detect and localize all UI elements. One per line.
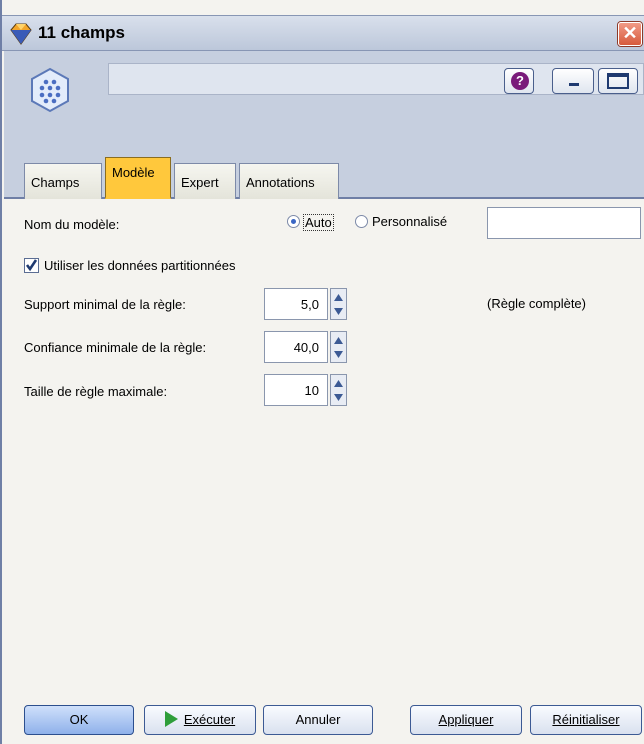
- spin-down-icon[interactable]: [332, 305, 345, 319]
- run-button-label: Exécuter: [183, 712, 236, 727]
- tab-expert[interactable]: Expert: [174, 163, 236, 199]
- tab-label: Annotations: [246, 175, 315, 190]
- tab-label: Expert: [181, 175, 219, 190]
- spin-up-icon[interactable]: [332, 376, 345, 390]
- help-button[interactable]: ?: [504, 68, 534, 94]
- dialog-window: 11 champs ✕ ? Champs Modèle Expert Annot…: [0, 0, 644, 744]
- spin-up-icon[interactable]: [332, 290, 345, 304]
- rule-note: (Règle complète): [487, 296, 586, 311]
- ok-button-label: OK: [69, 712, 89, 727]
- spin-down-icon[interactable]: [332, 348, 345, 362]
- apply-button-label: Appliquer: [438, 712, 494, 727]
- maximize-button[interactable]: [598, 68, 638, 94]
- close-icon: ✕: [622, 23, 638, 43]
- tab-label: Modèle: [112, 165, 155, 180]
- tab-annotations[interactable]: Annotations: [239, 163, 339, 199]
- diamond-node-icon: [10, 23, 32, 45]
- minimize-icon: [569, 83, 579, 86]
- help-icon: ?: [511, 72, 529, 90]
- run-button[interactable]: Exécuter: [144, 705, 256, 735]
- use-partitioned-checkbox[interactable]: [24, 258, 39, 273]
- title-bar[interactable]: 11 champs ✕: [2, 15, 644, 51]
- tab-modele[interactable]: Modèle: [105, 157, 171, 199]
- minimize-button[interactable]: [552, 68, 594, 94]
- apply-button[interactable]: Appliquer: [410, 705, 522, 735]
- tab-champs[interactable]: Champs: [24, 163, 102, 199]
- close-button[interactable]: ✕: [618, 22, 642, 46]
- ok-button[interactable]: OK: [24, 705, 134, 735]
- custom-radio-label[interactable]: Personnalisé: [372, 214, 447, 229]
- max-rule-size-input[interactable]: 10: [264, 374, 328, 406]
- button-bar: OK Exécuter Annuler Appliquer Réinitiali…: [4, 695, 644, 744]
- max-rule-size-value: 10: [304, 383, 319, 398]
- min-support-input[interactable]: 5,0: [264, 288, 328, 320]
- min-support-stepper[interactable]: [330, 288, 347, 320]
- max-rule-size-label: Taille de règle maximale:: [24, 384, 168, 399]
- check-mark-icon: [25, 259, 38, 272]
- min-confidence-input[interactable]: 40,0: [264, 331, 328, 363]
- window-title: 11 champs: [38, 23, 125, 42]
- run-icon: [164, 711, 178, 727]
- use-partitioned-label: Utiliser les données partitionnées: [44, 258, 236, 273]
- reset-button[interactable]: Réinitialiser: [530, 705, 642, 735]
- model-panel: Nom du modèle: Auto Personnalisé Utilise…: [4, 199, 644, 695]
- reset-button-label: Réinitialiser: [552, 712, 620, 727]
- min-confidence-stepper[interactable]: [330, 331, 347, 363]
- node-header: ?: [4, 51, 644, 151]
- spin-down-icon[interactable]: [332, 391, 345, 405]
- auto-radio[interactable]: [287, 215, 300, 228]
- apriori-node-icon: [31, 67, 69, 113]
- max-rule-size-stepper[interactable]: [330, 374, 347, 406]
- min-support-value: 5,0: [300, 297, 319, 312]
- min-confidence-label: Confiance minimale de la règle:: [24, 340, 207, 355]
- model-name-label: Nom du modèle:: [24, 217, 120, 232]
- min-support-label: Support minimal de la règle:: [24, 297, 186, 312]
- cancel-button-label: Annuler: [295, 712, 341, 727]
- custom-radio[interactable]: [355, 215, 368, 228]
- maximize-icon: [607, 73, 629, 89]
- custom-name-input[interactable]: [487, 207, 641, 239]
- tab-label: Champs: [31, 175, 80, 190]
- spin-up-icon[interactable]: [332, 333, 345, 347]
- min-confidence-value: 40,0: [293, 340, 319, 355]
- tab-bar: Champs Modèle Expert Annotations: [4, 151, 644, 199]
- auto-radio-label[interactable]: Auto: [303, 214, 334, 231]
- cancel-button[interactable]: Annuler: [263, 705, 373, 735]
